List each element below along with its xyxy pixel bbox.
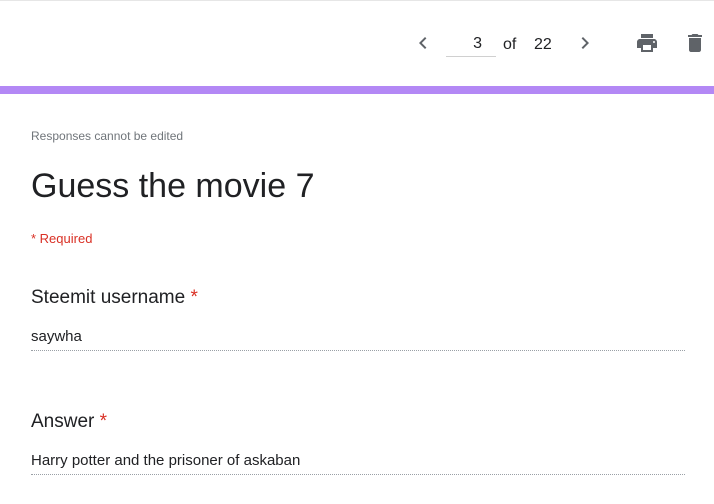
answer-steemit-username: saywha <box>31 328 685 351</box>
question-label: Steemit username <box>31 287 186 308</box>
answer-movie: Harry potter and the prisoner of askaban <box>31 452 685 475</box>
responses-not-editable-notice: Responses cannot be edited <box>31 129 184 143</box>
question-label: Answer <box>31 411 95 432</box>
delete-response-button[interactable] <box>683 31 707 55</box>
previous-response-button[interactable] <box>411 31 435 55</box>
total-responses-count: 22 <box>534 36 552 53</box>
response-number-input[interactable] <box>446 31 496 57</box>
required-asterisk: * <box>190 287 198 308</box>
question-title-answer: Answer * <box>31 411 107 433</box>
of-label: of <box>503 36 517 53</box>
form-title: Guess the movie 7 <box>31 167 315 205</box>
print-icon <box>637 34 657 52</box>
form-accent-bar <box>0 86 714 94</box>
chevron-right-icon <box>581 37 589 49</box>
response-toolbar: of 22 <box>0 0 714 86</box>
print-button[interactable] <box>635 31 659 55</box>
form-response-page: of 22 Responses cannot be edited Guess t… <box>0 0 714 504</box>
next-response-button[interactable] <box>573 31 597 55</box>
chevron-left-icon <box>419 37 427 49</box>
question-title-steemit-username: Steemit username * <box>31 287 198 309</box>
required-note: * Required <box>31 231 93 246</box>
required-asterisk: * <box>99 411 108 432</box>
trash-icon <box>688 34 702 52</box>
